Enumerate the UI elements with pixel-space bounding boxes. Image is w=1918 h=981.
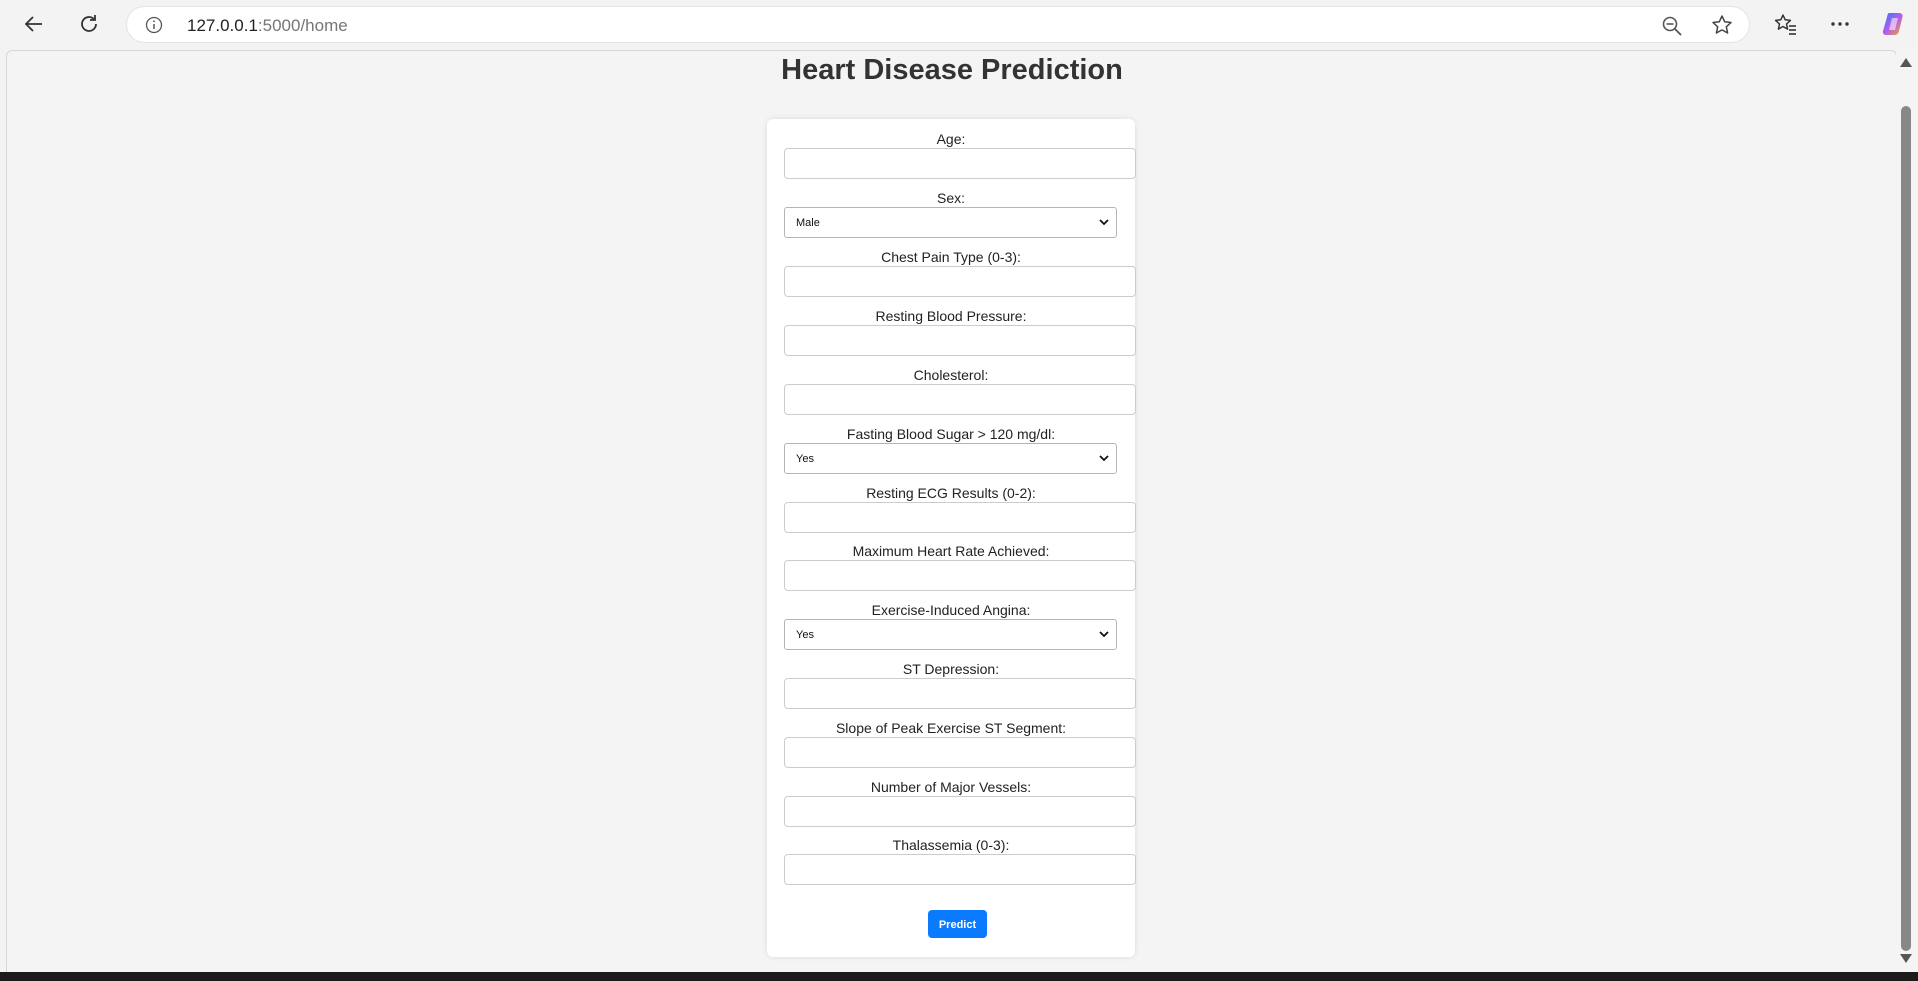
favorites-icon[interactable] (1770, 8, 1802, 40)
number-of-major-vessels-input[interactable] (784, 796, 1136, 827)
thalassemia-0-3-label: Thalassemia (0-3): (892, 837, 1010, 853)
number-of-major-vessels-label: Number of Major Vessels: (870, 779, 1032, 795)
resting-blood-pressure-label: Resting Blood Pressure: (875, 308, 1027, 324)
resting-ecg-results-0-2-label: Resting ECG Results (0-2): (866, 485, 1036, 501)
exercise-induced-angina-label: Exercise-Induced Angina: (871, 602, 1031, 618)
resting-ecg-results-0-2-input[interactable] (784, 502, 1136, 533)
info-icon[interactable] (145, 16, 163, 34)
chevron-down-icon (1099, 455, 1109, 462)
slope-of-peak-exercise-st-segment-input[interactable] (784, 737, 1136, 768)
cholesterol-input[interactable] (784, 384, 1136, 415)
st-depression-input[interactable] (784, 678, 1136, 709)
cholesterol-label: Cholesterol: (913, 367, 989, 383)
maximum-heart-rate-achieved-input[interactable] (784, 560, 1136, 591)
sex-selected-value: Male (796, 217, 820, 229)
resting-blood-pressure-input[interactable] (784, 325, 1136, 356)
vertical-scrollbar[interactable] (1896, 50, 1918, 972)
taskbar-edge (0, 972, 1918, 981)
st-depression-label: ST Depression: (902, 661, 1000, 677)
prediction-form: Age: Sex: Male Chest Pain Type (0-3): Restin… (767, 119, 1136, 957)
chest-pain-type-0-3-label: Chest Pain Type (0-3): (881, 249, 1021, 265)
exercise-induced-angina-select[interactable]: Yes (784, 619, 1117, 650)
exercise-induced-angina-selected-value: Yes (796, 629, 814, 641)
refresh-icon[interactable] (73, 8, 105, 40)
sex-label: Sex: (936, 190, 965, 206)
fasting-blood-sugar-120-mg-dl-selected-value: Yes (796, 453, 814, 465)
page-viewport: Heart Disease Prediction Age: Sex: Male Che… (6, 50, 1897, 972)
fasting-blood-sugar-120-mg-dl-select[interactable]: Yes (784, 443, 1117, 474)
maximum-heart-rate-achieved-label: Maximum Heart Rate Achieved: (852, 543, 1050, 559)
back-arrow-icon[interactable] (18, 8, 50, 40)
browser-toolbar: 127.0.0.1:5000/home (0, 0, 1918, 48)
slope-of-peak-exercise-st-segment-label: Slope of Peak Exercise ST Segment: (835, 720, 1067, 736)
scroll-down-arrow-icon[interactable] (1900, 954, 1912, 963)
url-text[interactable]: 127.0.0.1:5000/home (187, 16, 348, 36)
predict-button[interactable]: Predict (928, 910, 987, 938)
sex-select[interactable]: Male (784, 207, 1117, 238)
chevron-down-icon (1099, 219, 1109, 226)
scroll-thumb[interactable] (1901, 106, 1911, 951)
chest-pain-type-0-3-input[interactable] (784, 266, 1136, 297)
fasting-blood-sugar-120-mg-dl-label: Fasting Blood Sugar > 120 mg/dl: (846, 426, 1056, 442)
copilot-icon[interactable] (1878, 8, 1910, 40)
zoom-out-icon[interactable] (1661, 15, 1683, 37)
age-label: Age: (936, 131, 966, 147)
thalassemia-0-3-input[interactable] (784, 854, 1136, 885)
address-bar[interactable]: 127.0.0.1:5000/home (126, 6, 1750, 43)
page-title: Heart Disease Prediction (781, 54, 1123, 86)
chevron-down-icon (1099, 631, 1109, 638)
more-icon[interactable] (1824, 8, 1856, 40)
scroll-up-arrow-icon[interactable] (1900, 58, 1912, 67)
age-input[interactable] (784, 148, 1136, 179)
star-icon[interactable] (1711, 14, 1733, 36)
